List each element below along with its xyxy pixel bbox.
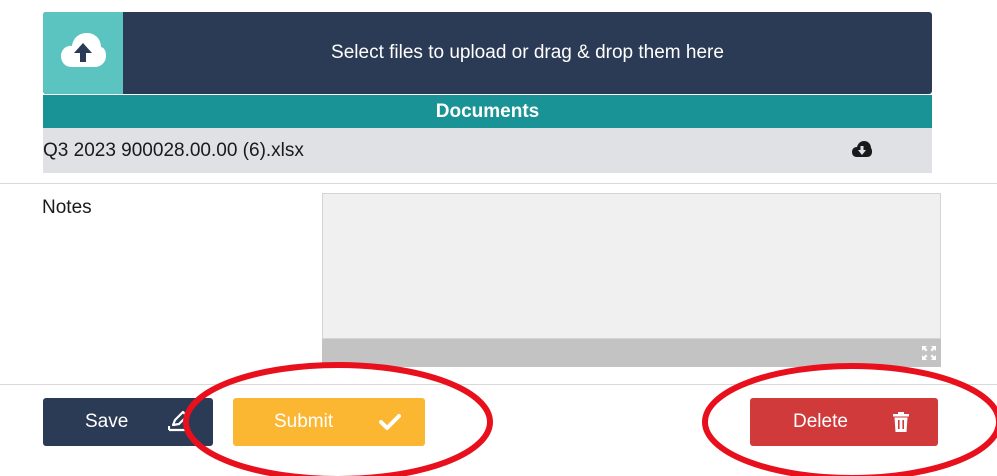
notes-label: Notes bbox=[42, 197, 92, 218]
expand-icon[interactable] bbox=[921, 345, 937, 361]
save-button[interactable]: Save bbox=[43, 398, 213, 446]
cloud-upload-icon bbox=[61, 33, 106, 67]
trash-icon bbox=[893, 412, 909, 432]
delete-button[interactable]: Delete bbox=[750, 398, 938, 446]
submit-button-label: Submit bbox=[274, 411, 334, 432]
submit-button[interactable]: Submit bbox=[233, 398, 425, 446]
edit-sign-icon bbox=[168, 410, 189, 432]
section-divider bbox=[0, 183, 997, 184]
upload-prompt[interactable]: Select files to upload or drag & drop th… bbox=[123, 12, 932, 94]
delete-button-label: Delete bbox=[793, 411, 848, 432]
cloud-download-icon[interactable] bbox=[852, 141, 872, 159]
document-file-name[interactable]: Q3 2023 900028.00.00 (6).xlsx bbox=[43, 128, 304, 173]
checkmark-icon bbox=[379, 414, 401, 430]
documents-header: Documents bbox=[43, 95, 932, 128]
notes-textarea[interactable] bbox=[322, 193, 941, 339]
upload-icon-box[interactable] bbox=[43, 12, 123, 94]
file-upload-dropzone[interactable]: Select files to upload or drag & drop th… bbox=[43, 12, 932, 94]
save-button-label: Save bbox=[85, 411, 129, 432]
section-divider bbox=[0, 384, 997, 385]
document-row[interactable]: Q3 2023 900028.00.00 (6).xlsx bbox=[43, 128, 932, 173]
notes-resize-bar bbox=[322, 339, 941, 367]
